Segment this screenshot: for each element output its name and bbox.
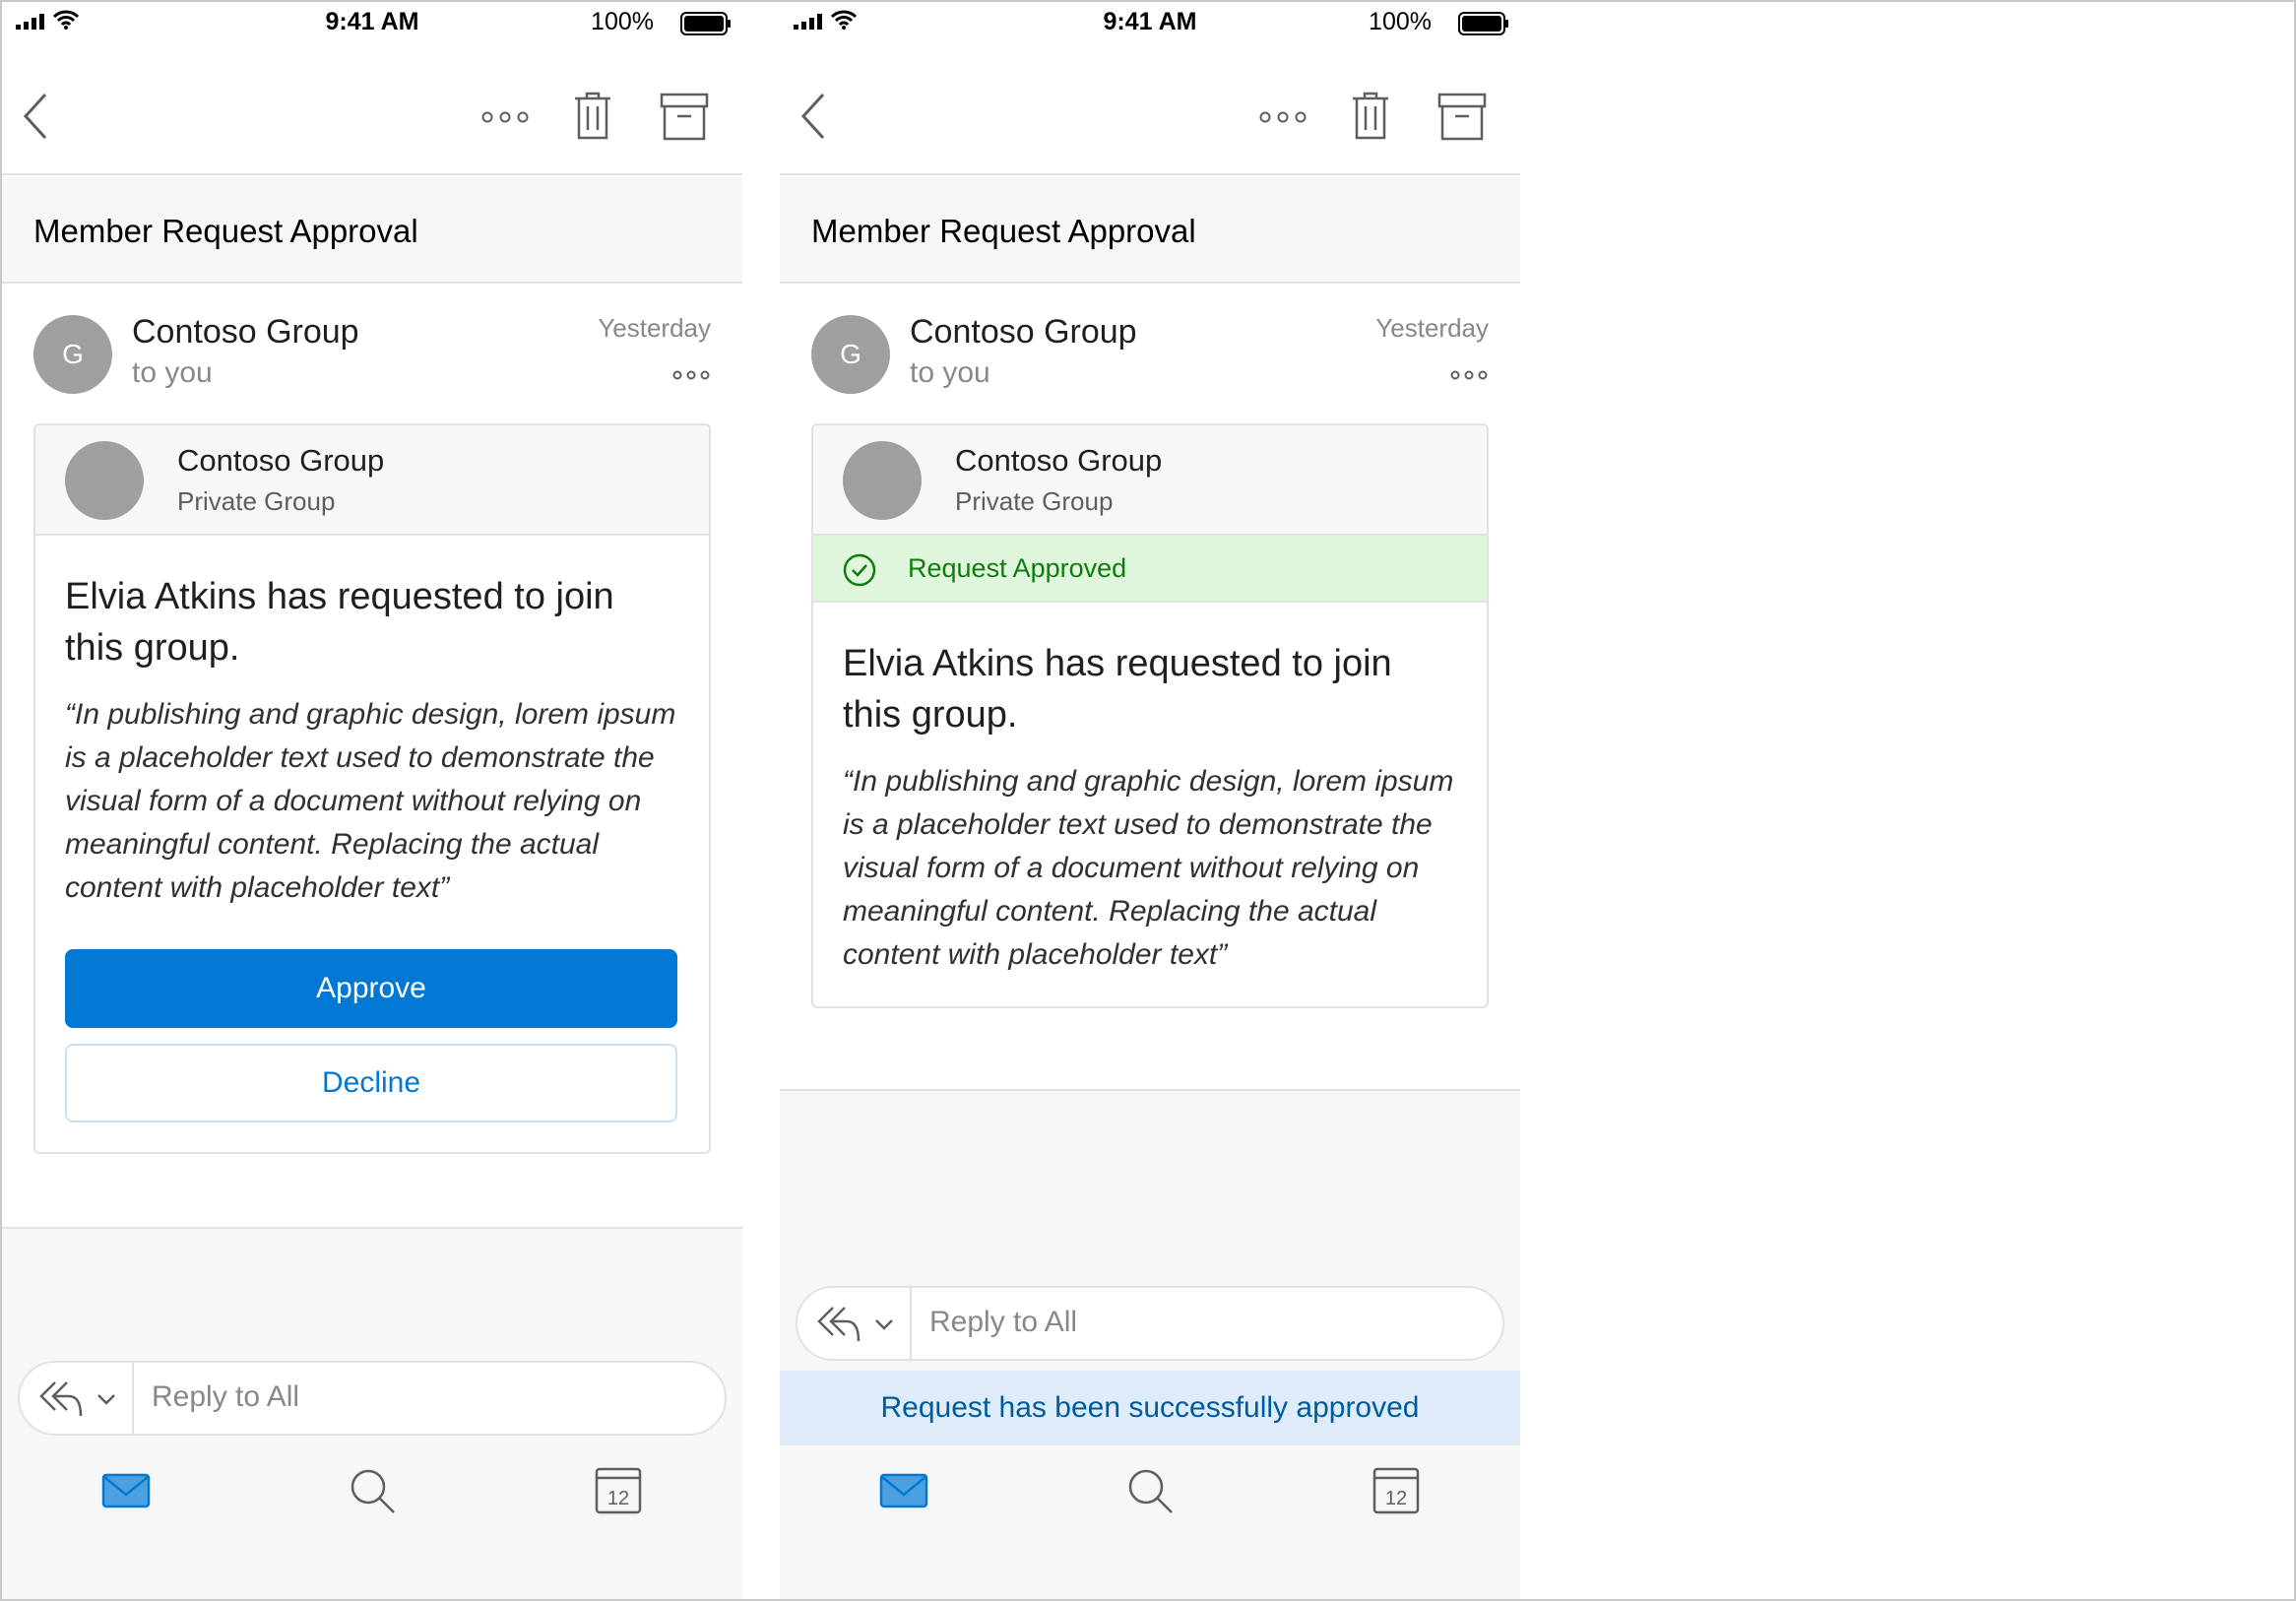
sender-avatar[interactable]: G	[33, 315, 112, 394]
chevron-left-icon[interactable]	[797, 91, 827, 142]
mail-icon[interactable]	[878, 1465, 929, 1516]
search-icon[interactable]	[1124, 1465, 1176, 1516]
request-title: Elvia Atkins has requested to join this …	[843, 643, 1392, 736]
approval-card: Contoso Group Private Group Elvia Atkins…	[33, 423, 711, 1154]
search-icon[interactable]	[347, 1465, 398, 1516]
status-bar: 9:41 AM 100%	[780, 2, 1520, 41]
card-body: Elvia Atkins has requested to join this …	[35, 536, 709, 1152]
phone-screen-approved: 9:41 AM 100% Member Request Approval G C…	[780, 2, 1520, 1599]
recipient-label: to you	[132, 356, 213, 389]
archive-icon[interactable]	[660, 93, 709, 142]
group-type: Private Group	[177, 486, 336, 516]
group-avatar	[65, 441, 144, 520]
calendar-day: 12	[1385, 1488, 1407, 1509]
calendar-icon[interactable]: 12	[1371, 1465, 1422, 1516]
chevron-down-icon[interactable]	[874, 1317, 894, 1331]
battery-icon	[680, 12, 731, 35]
request-quote: “In publishing and graphic design, lorem…	[65, 698, 676, 904]
archive-icon[interactable]	[1437, 93, 1487, 142]
approval-card: Contoso Group Private Group Request Appr…	[811, 423, 1489, 1008]
trash-icon[interactable]	[573, 91, 612, 142]
checkmark-circle-icon	[843, 553, 876, 587]
reply-divider	[910, 1288, 912, 1359]
message-date: Yesterday	[1375, 313, 1489, 343]
battery-percent: 100%	[591, 8, 654, 35]
more-icon[interactable]	[480, 110, 530, 124]
mail-icon[interactable]	[100, 1465, 152, 1516]
sender-avatar[interactable]: G	[811, 315, 890, 394]
card-header: Contoso Group Private Group	[813, 425, 1487, 536]
reply-bar[interactable]: Reply to All	[796, 1286, 1504, 1361]
sender-name[interactable]: Contoso Group	[910, 313, 1137, 352]
message-more-icon[interactable]	[671, 368, 711, 382]
group-name: Contoso Group	[955, 443, 1163, 478]
status-bar: 9:41 AM 100%	[2, 2, 742, 41]
approve-button[interactable]: Approve	[65, 949, 677, 1028]
battery-percent: 100%	[1369, 8, 1432, 35]
card-header: Contoso Group Private Group	[35, 425, 709, 536]
email-subject: Member Request Approval	[33, 213, 418, 249]
chevron-left-icon[interactable]	[20, 91, 49, 142]
toolbar	[780, 41, 1520, 175]
reply-all-icon[interactable]	[37, 1377, 85, 1420]
recipient-label: to you	[910, 356, 990, 389]
calendar-day: 12	[607, 1488, 629, 1509]
group-type: Private Group	[955, 486, 1114, 516]
subject-bar: Member Request Approval	[2, 177, 742, 284]
trash-icon[interactable]	[1351, 91, 1390, 142]
phone-screen-pending: 9:41 AM 100% Member Request Approval G C…	[2, 2, 742, 1599]
calendar-icon[interactable]: 12	[593, 1465, 644, 1516]
battery-icon	[1458, 12, 1508, 35]
reply-to-all-label[interactable]: Reply to All	[929, 1306, 1077, 1339]
reply-divider	[132, 1363, 134, 1434]
group-name: Contoso Group	[177, 443, 385, 478]
request-title: Elvia Atkins has requested to join this …	[65, 576, 614, 669]
group-avatar	[843, 441, 922, 520]
decline-button[interactable]: Decline	[65, 1044, 677, 1122]
approved-banner: Request Approved	[813, 536, 1487, 603]
more-icon[interactable]	[1258, 110, 1307, 124]
approved-status: Request Approved	[908, 553, 1127, 583]
card-body: Elvia Atkins has requested to join this …	[813, 603, 1487, 1006]
message-date: Yesterday	[598, 313, 711, 343]
chevron-down-icon[interactable]	[96, 1392, 116, 1406]
message-more-icon[interactable]	[1449, 368, 1489, 382]
request-quote: “In publishing and graphic design, lorem…	[843, 765, 1454, 971]
reply-bar[interactable]: Reply to All	[18, 1361, 727, 1436]
success-toast: Request has been successfully approved	[780, 1371, 1520, 1445]
email-subject: Member Request Approval	[811, 213, 1196, 249]
subject-bar: Member Request Approval	[780, 177, 1520, 284]
sender-name[interactable]: Contoso Group	[132, 313, 359, 352]
reply-to-all-label[interactable]: Reply to All	[152, 1380, 299, 1414]
toolbar	[2, 41, 742, 175]
reply-all-icon[interactable]	[815, 1302, 862, 1345]
